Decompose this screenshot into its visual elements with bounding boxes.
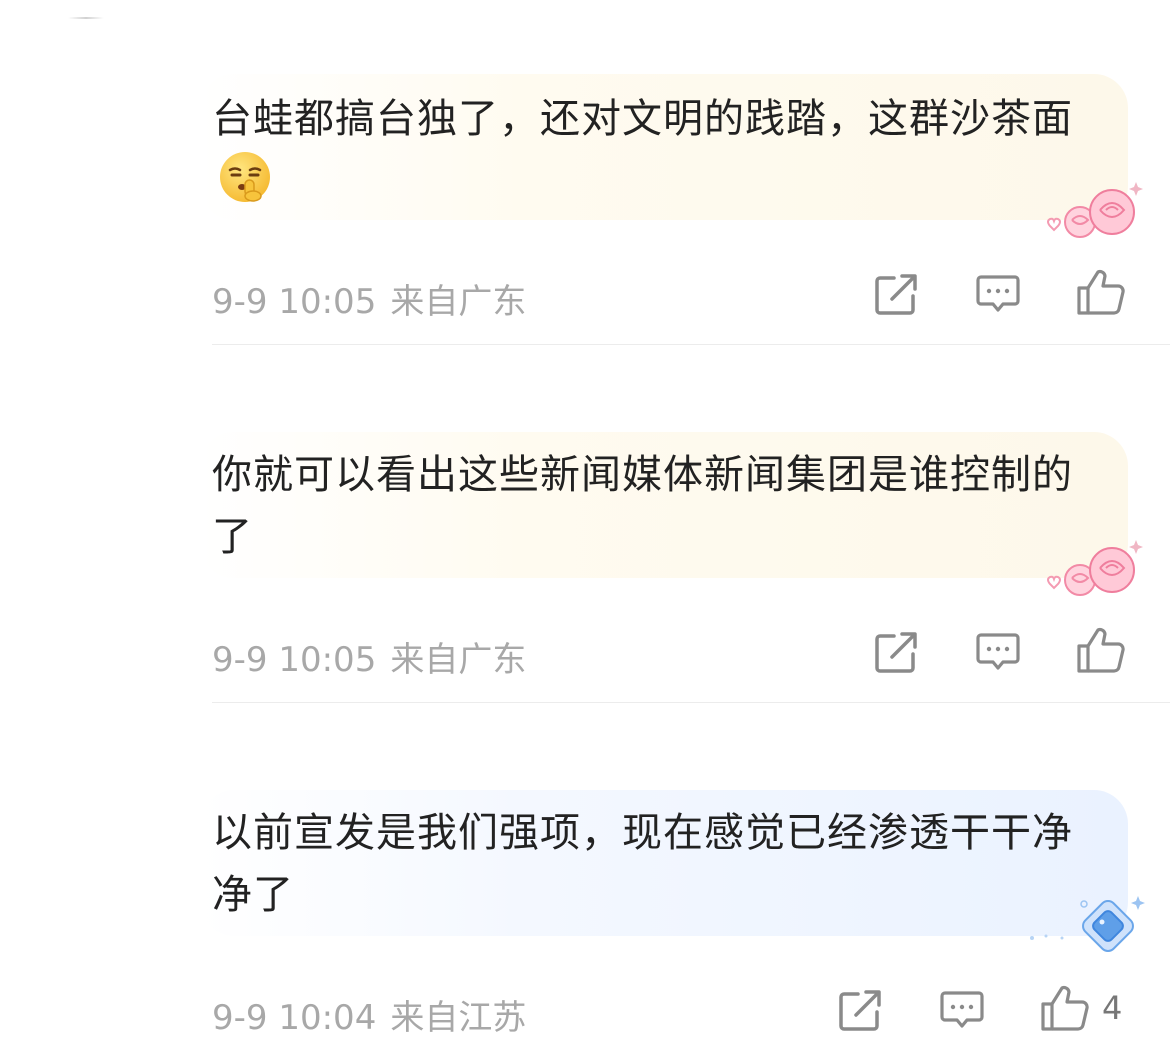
- share-icon: [875, 274, 917, 315]
- comment-meta: 9-9 10:05 来自广东: [212, 274, 526, 323]
- reply-button[interactable]: [976, 632, 1020, 672]
- like-button[interactable]: 4: [1040, 984, 1122, 1032]
- reply-button[interactable]: [940, 990, 984, 1030]
- comment-text-content: 台蛙都搞台独了，还对文明的践踏，这群沙茶面: [212, 96, 1073, 142]
- divider: [212, 702, 1170, 703]
- thumbs-up-icon: [1041, 985, 1089, 1031]
- comment-time: 9-9 10:04: [212, 998, 377, 1038]
- diamond-decoration-icon: [1026, 892, 1146, 960]
- like-button[interactable]: [1076, 268, 1138, 316]
- comment-text[interactable]: 以前宣发是我们强项，现在感觉已经渗透干干净净了: [212, 802, 1092, 926]
- comment-icon: [976, 633, 1020, 670]
- comment-time: 9-9 10:05: [212, 282, 377, 322]
- comment-meta: 9-9 10:05 来自广东: [212, 632, 526, 681]
- share-button[interactable]: [874, 630, 920, 674]
- comment-icon: [940, 991, 984, 1028]
- comment-text[interactable]: 台蛙都搞台独了，还对文明的践踏，这群沙茶面: [212, 88, 1092, 222]
- comment-icon: [976, 275, 1020, 312]
- comment-location: 来自广东: [390, 640, 527, 680]
- share-button[interactable]: [838, 988, 884, 1032]
- comment-location: 来自江苏: [390, 998, 527, 1038]
- comment-time: 9-9 10:05: [212, 640, 377, 680]
- drag-handle: [68, 17, 104, 19]
- share-icon: [875, 632, 917, 673]
- share-icon: [839, 990, 881, 1031]
- comment-text[interactable]: 你就可以看出这些新闻媒体新闻集团是谁控制的了: [212, 444, 1092, 568]
- rose-decoration-icon: [1040, 534, 1150, 608]
- thumbs-up-icon: [1077, 627, 1125, 673]
- like-button[interactable]: [1076, 626, 1138, 674]
- rose-decoration-icon: [1040, 176, 1150, 250]
- share-button[interactable]: [874, 272, 920, 316]
- divider: [212, 344, 1170, 345]
- comment-location: 来自广东: [390, 282, 527, 322]
- thumbs-up-icon: [1077, 269, 1125, 315]
- like-count: 4: [1102, 989, 1123, 1027]
- reply-button[interactable]: [976, 274, 1020, 314]
- shushing-face-emoji-icon: [218, 150, 272, 222]
- comment-meta: 9-9 10:04 来自江苏: [212, 990, 526, 1039]
